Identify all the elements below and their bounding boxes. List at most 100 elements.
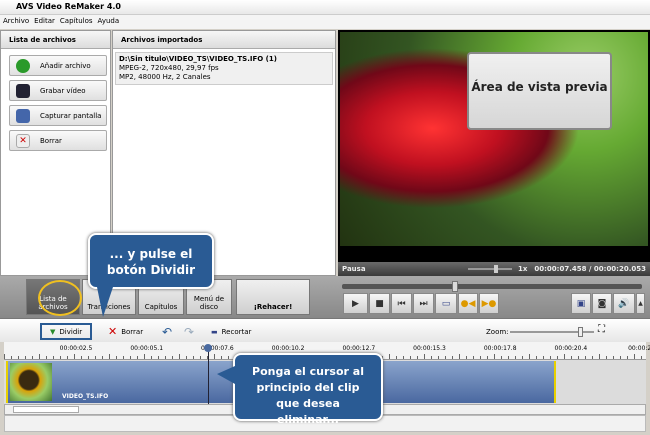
- file-path: D:\Sin titulo\VIDEO_TS\VIDEO_TS.IFO (1): [119, 55, 277, 63]
- callout-pointer: [217, 366, 235, 384]
- ruler-mark: [445, 356, 446, 359]
- add-file-button[interactable]: Añadir archivo: [9, 55, 107, 76]
- callout-text: ... y pulse el botón Dividir: [106, 247, 196, 277]
- zoom-slider[interactable]: [510, 327, 594, 337]
- ruler-mark: [53, 356, 54, 359]
- ruler-mark: [529, 354, 530, 359]
- ruler-mark: [578, 356, 579, 359]
- delete-file-button[interactable]: ✕ Borrar: [9, 130, 107, 151]
- prev-frame-button[interactable]: ⏮: [391, 293, 412, 314]
- delete-icon: ✕: [16, 134, 30, 148]
- fullscreen-icon[interactable]: ▣: [571, 293, 591, 314]
- ruler-tick-label: 00:00:20.4: [554, 345, 588, 352]
- trim-button[interactable]: ▬ Recortar: [211, 323, 251, 340]
- ruler-tick-label: 00:00:10.2: [271, 345, 305, 352]
- ruler-mark: [515, 356, 516, 359]
- ruler-mark: [557, 356, 558, 359]
- menu-archivo[interactable]: Archivo: [3, 17, 29, 25]
- ruler-mark: [459, 354, 460, 359]
- ruler-mark: [39, 354, 40, 359]
- ruler-mark: [641, 356, 642, 359]
- ruler-mark: [67, 356, 68, 359]
- title-bar: AVS Video ReMaker 4.0: [0, 0, 650, 15]
- seek-handle[interactable]: [452, 281, 458, 292]
- scroll-thumb[interactable]: [13, 406, 79, 413]
- zoom-label: Zoom:: [486, 328, 509, 336]
- volume-dropdown-button[interactable]: ▲: [636, 293, 645, 314]
- next-frame-button[interactable]: ⏭: [413, 293, 434, 314]
- ruler-tick-label: 00:00:23: [628, 345, 650, 352]
- split-button[interactable]: ▼ Dividir: [40, 323, 93, 340]
- speed-value: 1x: [518, 265, 528, 273]
- ruler-mark: [186, 356, 187, 359]
- ruler-mark: [613, 356, 614, 359]
- ruler-mark: [480, 356, 481, 359]
- mark-out-button[interactable]: ▶●: [479, 293, 499, 314]
- ruler-mark: [158, 356, 159, 359]
- panel-header: Lista de archivos: [1, 31, 110, 49]
- ruler-mark: [620, 356, 621, 359]
- ruler-mark: [599, 354, 600, 359]
- menu-bar: Archivo Editar Capítulos Ayuda: [0, 15, 650, 29]
- ruler-mark: [473, 356, 474, 359]
- menu-editar[interactable]: Editar: [34, 17, 55, 25]
- tab-redo[interactable]: ¡Rehacer!: [236, 279, 310, 315]
- ruler-tick-label: 00:00:05.1: [130, 345, 164, 352]
- menu-capitulos[interactable]: Capítulos: [60, 17, 93, 25]
- stop-button[interactable]: ■: [369, 293, 390, 314]
- record-video-button[interactable]: Grabar vídeo: [9, 80, 107, 101]
- ruler-mark: [172, 356, 173, 359]
- ruler-mark: [550, 356, 551, 359]
- clip-thumbnail: [10, 363, 52, 401]
- delete-button[interactable]: ✕ Borrar: [108, 323, 143, 340]
- screen-icon: [16, 109, 30, 123]
- playback-state: Pausa: [342, 265, 366, 273]
- cursor-handle[interactable]: [204, 344, 212, 352]
- ruler-mark: [431, 356, 432, 359]
- ruler-mark: [123, 356, 124, 359]
- preview-status-bar: Pausa 1x 00:00:07.458 / 00:00:20.053: [338, 262, 650, 276]
- file-video-info: MPEG-2, 720x480, 29,97 fps: [119, 64, 219, 72]
- ruler-mark: [389, 354, 390, 359]
- split-icon: ▼: [50, 327, 56, 336]
- ruler-mark: [228, 356, 229, 359]
- ruler-mark: [627, 356, 628, 359]
- panel-header: Archivos importados: [113, 31, 335, 49]
- imported-file-item[interactable]: D:\Sin titulo\VIDEO_TS\VIDEO_TS.IFO (1) …: [115, 52, 333, 85]
- fit-icon[interactable]: ⛶: [598, 324, 605, 335]
- play-selection-button[interactable]: ▭: [435, 293, 457, 314]
- snapshot-icon[interactable]: ◙: [592, 293, 612, 314]
- tab-label: Menú de disco: [193, 295, 225, 311]
- ruler-mark: [396, 356, 397, 359]
- capture-screen-button[interactable]: Capturar pantalla: [9, 105, 107, 126]
- ruler-mark: [25, 356, 26, 359]
- ruler-mark: [116, 356, 117, 359]
- ruler-mark: [410, 356, 411, 359]
- ruler-mark: [81, 356, 82, 359]
- plus-icon: [16, 59, 30, 73]
- seek-bar[interactable]: [342, 281, 642, 292]
- cursor-callout: Ponga el cursor al principio del clip qu…: [233, 353, 383, 426]
- ruler-mark: [438, 356, 439, 359]
- highlight-circle: [38, 280, 82, 316]
- play-button[interactable]: ▶: [343, 293, 368, 314]
- button-label: Añadir archivo: [40, 61, 91, 70]
- button-label: Borrar: [121, 327, 144, 336]
- ruler-mark: [606, 356, 607, 359]
- ruler-mark: [452, 356, 453, 359]
- speed-slider[interactable]: [468, 265, 512, 273]
- ruler-mark: [95, 356, 96, 359]
- volume-icon[interactable]: 🔊: [613, 293, 635, 314]
- redo-button[interactable]: ↷: [184, 323, 194, 340]
- callout-pointer: [97, 287, 113, 317]
- ruler-mark: [543, 356, 544, 359]
- ruler-mark: [179, 354, 180, 359]
- mark-in-button[interactable]: ●◀: [458, 293, 478, 314]
- undo-button[interactable]: ↶: [162, 323, 172, 340]
- timeline-cursor[interactable]: [208, 346, 209, 408]
- ruler-mark: [88, 356, 89, 359]
- ruler-tick-label: 00:00:12.7: [342, 345, 376, 352]
- ruler-mark: [200, 356, 201, 359]
- menu-ayuda[interactable]: Ayuda: [98, 17, 120, 25]
- app-title: AVS Video ReMaker 4.0: [16, 2, 121, 11]
